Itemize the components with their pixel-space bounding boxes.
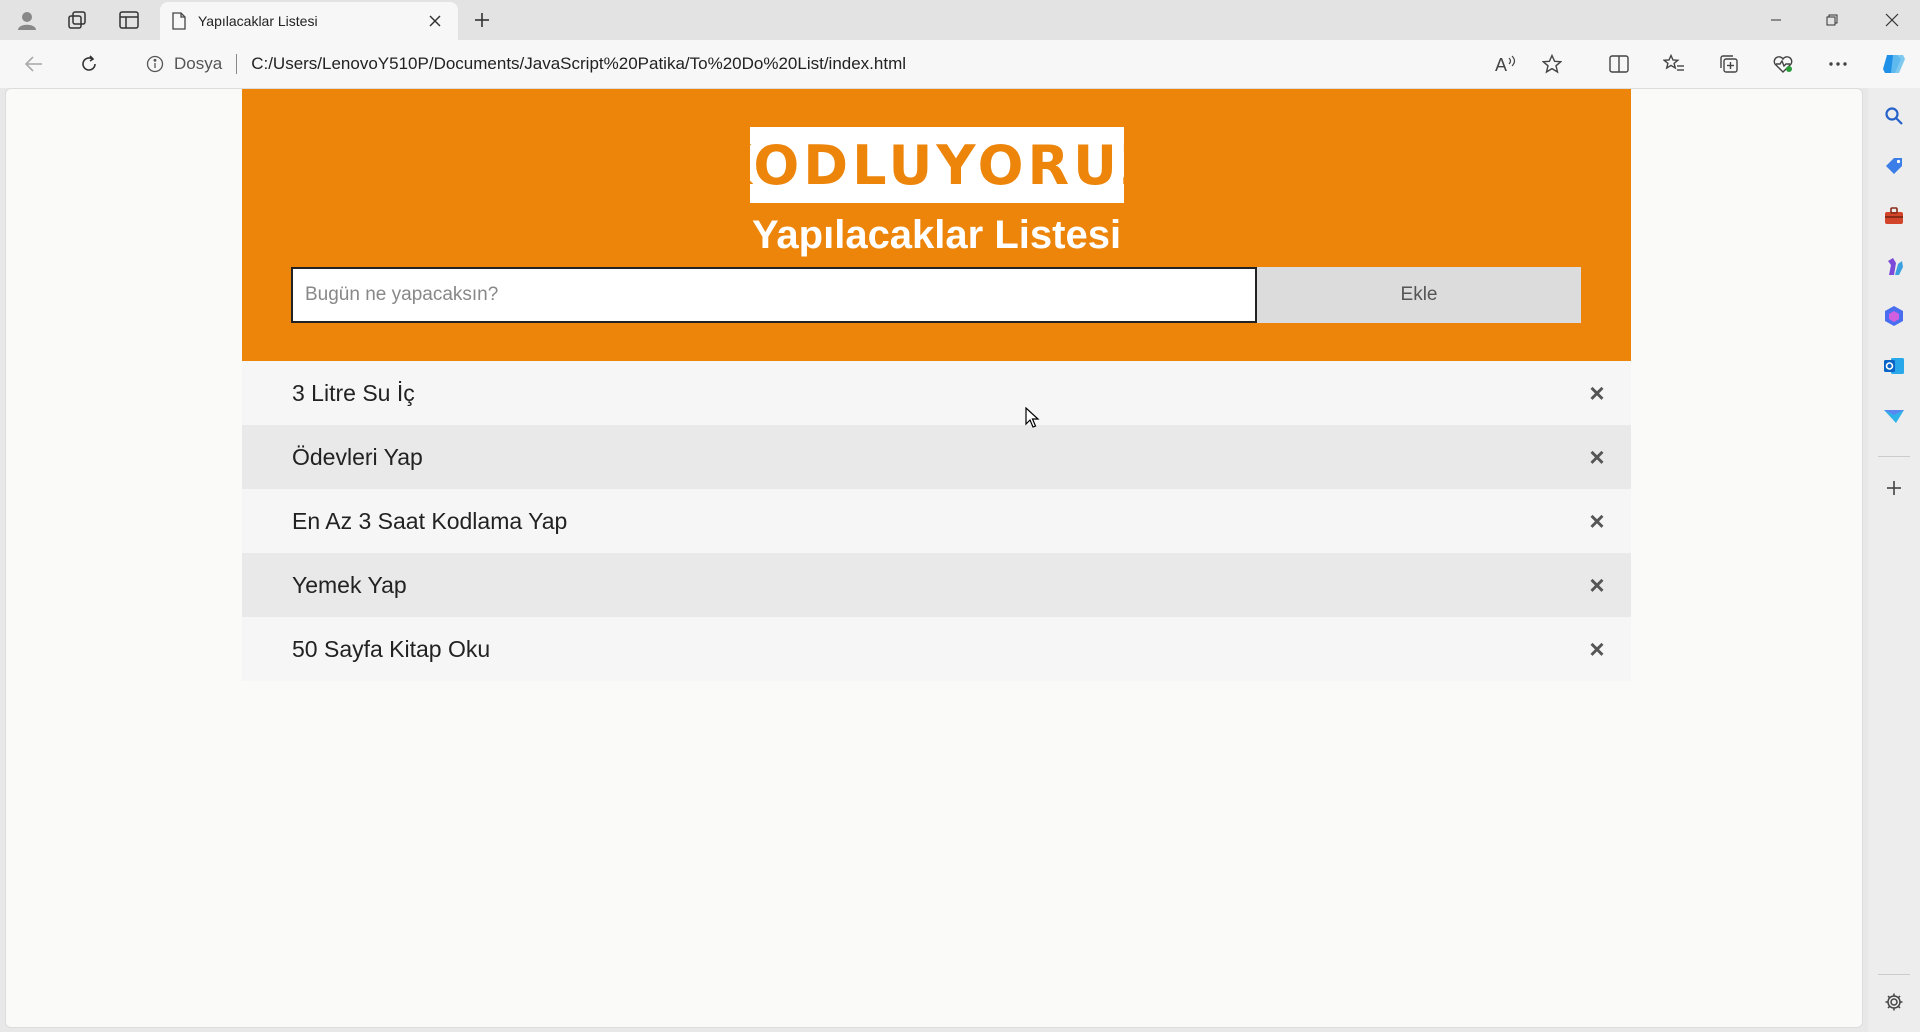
address-bar: Dosya C:/Users/LenovoY510P/Documents/Jav… bbox=[0, 40, 1920, 88]
restore-icon bbox=[1826, 14, 1838, 26]
plus-icon bbox=[1887, 481, 1901, 495]
collections-icon bbox=[1720, 55, 1738, 73]
todo-text: En Az 3 Saat Kodlama Yap bbox=[292, 507, 568, 534]
edge-sidebar bbox=[1868, 88, 1920, 1032]
copilot-icon bbox=[1883, 55, 1905, 73]
delete-button[interactable]: × bbox=[1583, 634, 1611, 664]
drop-icon bbox=[1884, 410, 1904, 423]
games-icon bbox=[1888, 258, 1903, 275]
refresh-icon bbox=[82, 55, 96, 71]
list-item[interactable]: 50 Sayfa Kitap Oku × bbox=[242, 617, 1631, 681]
mouse-cursor-icon bbox=[1025, 407, 1040, 428]
task-input[interactable] bbox=[291, 267, 1257, 323]
site-info-label: Dosya bbox=[174, 54, 223, 73]
collections-button[interactable] bbox=[1711, 49, 1747, 79]
tools-icon bbox=[1885, 207, 1903, 224]
delete-button[interactable]: × bbox=[1583, 506, 1611, 536]
todo-text: Yemek Yap bbox=[292, 571, 407, 598]
tab-actions-button[interactable] bbox=[110, 5, 148, 35]
delete-button[interactable]: × bbox=[1583, 442, 1611, 472]
split-screen-icon bbox=[1609, 55, 1629, 73]
workspaces-button[interactable] bbox=[58, 5, 96, 35]
profile-icon bbox=[18, 12, 36, 30]
sidebar-outlook-button[interactable] bbox=[1878, 350, 1910, 382]
list-item[interactable]: Ödevleri Yap × bbox=[242, 425, 1631, 489]
url-field[interactable]: Dosya C:/Users/LenovoY510P/Documents/Jav… bbox=[128, 46, 1582, 82]
add-button[interactable]: Ekle bbox=[1257, 267, 1581, 323]
todo-text: 50 Sayfa Kitap Oku bbox=[292, 635, 491, 662]
url-text[interactable]: C:/Users/LenovoY510P/Documents/JavaScrip… bbox=[251, 54, 906, 74]
list-item[interactable]: Yemek Yap × bbox=[242, 553, 1631, 617]
back-button[interactable] bbox=[16, 49, 52, 79]
app-header: KODLUYORUZ Yapılacaklar Listesi Ekle bbox=[242, 89, 1631, 361]
minimize-icon bbox=[1771, 19, 1781, 21]
divider bbox=[236, 54, 238, 74]
new-tab-button[interactable] bbox=[464, 5, 500, 35]
active-tab[interactable]: Yapılacaklar Listesi bbox=[160, 2, 458, 40]
sidebar-divider bbox=[1878, 456, 1910, 457]
sidebar-tools-button[interactable] bbox=[1878, 200, 1910, 232]
copilot-button[interactable] bbox=[1876, 49, 1912, 79]
close-icon bbox=[429, 15, 441, 27]
todo-text: 3 Litre Su İç bbox=[292, 379, 415, 406]
favorites-button[interactable] bbox=[1656, 49, 1692, 79]
tab-bar: Yapılacaklar Listesi bbox=[0, 0, 1920, 40]
close-icon bbox=[1885, 13, 1899, 27]
list-item[interactable]: En Az 3 Saat Kodlama Yap × bbox=[242, 489, 1631, 553]
star-icon bbox=[1542, 54, 1562, 74]
split-screen-button[interactable] bbox=[1601, 49, 1637, 79]
page-title: Yapılacaklar Listesi bbox=[751, 213, 1122, 257]
sidebar-drop-button[interactable] bbox=[1878, 400, 1910, 432]
delete-button[interactable]: × bbox=[1583, 570, 1611, 600]
profile-button[interactable] bbox=[8, 5, 46, 35]
todo-text: Ödevleri Yap bbox=[292, 443, 423, 470]
site-info-button[interactable]: Dosya bbox=[146, 54, 222, 74]
tab-title: Yapılacaklar Listesi bbox=[198, 13, 318, 29]
restore-button[interactable] bbox=[1804, 0, 1860, 40]
favorites-list-icon bbox=[1663, 54, 1684, 71]
todo-app: KODLUYORUZ Yapılacaklar Listesi Ekle 3 L… bbox=[242, 89, 1631, 681]
tab-close-button[interactable] bbox=[424, 10, 446, 32]
plus-icon bbox=[475, 13, 489, 27]
read-aloud-icon: A bbox=[1495, 55, 1516, 74]
gear-icon bbox=[1885, 993, 1903, 1011]
sidebar-add-button[interactable] bbox=[1878, 472, 1910, 504]
list-item[interactable]: 3 Litre Su İç × bbox=[242, 361, 1631, 425]
heart-pulse-icon bbox=[1773, 56, 1793, 73]
settings-more-button[interactable] bbox=[1820, 49, 1856, 79]
shopping-tag-icon bbox=[1886, 158, 1902, 174]
minimize-button[interactable] bbox=[1748, 0, 1804, 40]
search-icon bbox=[1885, 107, 1903, 125]
todo-list: 3 Litre Su İç × Ödevleri Yap × En Az 3 S… bbox=[242, 361, 1631, 681]
vertical-tabs-icon bbox=[119, 11, 139, 29]
page-icon bbox=[172, 12, 186, 30]
more-dots-icon bbox=[1829, 62, 1847, 66]
page-viewport: KODLUYORUZ Yapılacaklar Listesi Ekle 3 L… bbox=[5, 88, 1863, 1028]
read-aloud-button[interactable]: A bbox=[1488, 49, 1524, 79]
read-aloud-glyph: A bbox=[1495, 55, 1507, 74]
sidebar-search-button[interactable] bbox=[1878, 100, 1910, 132]
sidebar-settings-button[interactable] bbox=[1878, 986, 1910, 1018]
browser-essentials-button[interactable] bbox=[1765, 49, 1801, 79]
kodluyoruz-logo: KODLUYORUZ bbox=[710, 127, 1160, 203]
favorite-star-button[interactable] bbox=[1534, 49, 1570, 79]
sidebar-divider bbox=[1878, 974, 1910, 975]
sidebar-microsoft365-button[interactable] bbox=[1878, 300, 1910, 332]
back-arrow-icon bbox=[24, 56, 42, 72]
sidebar-shopping-button[interactable] bbox=[1878, 150, 1910, 182]
outlook-icon bbox=[1884, 358, 1904, 374]
refresh-button[interactable] bbox=[71, 49, 107, 79]
delete-button[interactable]: × bbox=[1583, 378, 1611, 408]
info-icon bbox=[146, 55, 164, 73]
sidebar-games-button[interactable] bbox=[1878, 250, 1910, 282]
microsoft365-icon bbox=[1885, 306, 1903, 326]
workspaces-icon bbox=[68, 11, 86, 29]
close-window-button[interactable] bbox=[1864, 0, 1920, 40]
